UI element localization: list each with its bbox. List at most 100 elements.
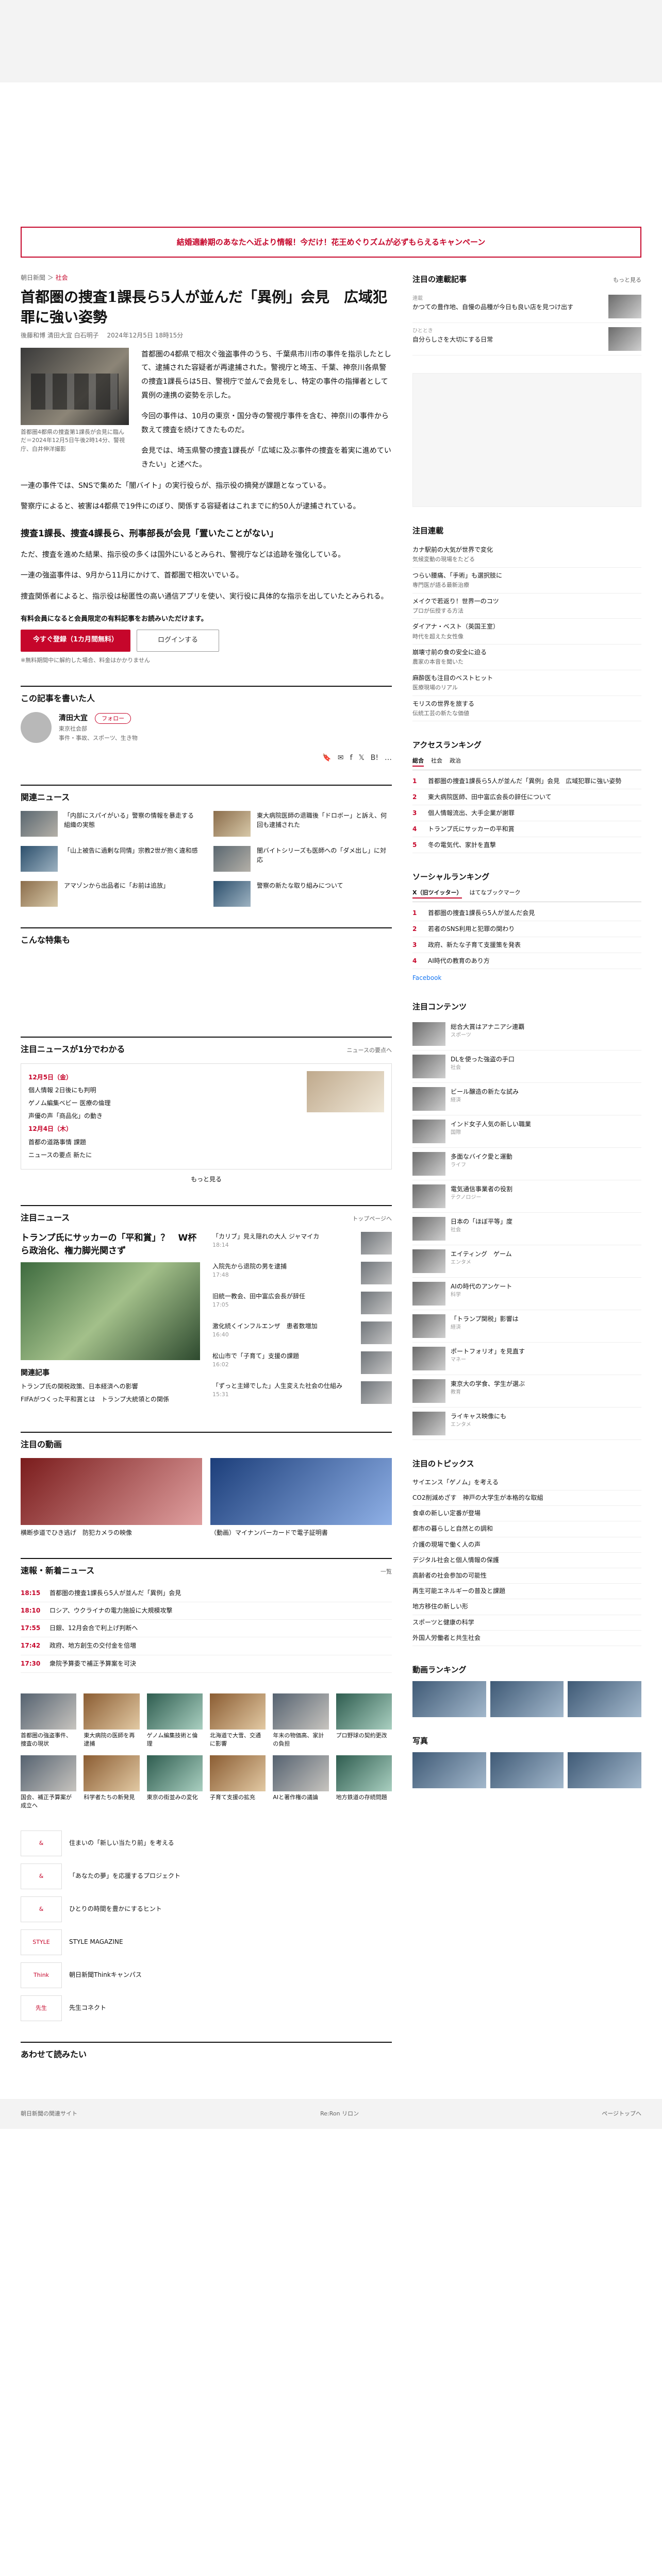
list-item[interactable]: 介護の現場で働く人の声: [412, 1537, 641, 1553]
list-item[interactable]: 「内部にスパイがいる」警察の情報を暴走する組織の実態: [21, 811, 199, 837]
tile-item[interactable]: 年末の物価高、家計の負担: [273, 1693, 329, 1748]
tile-item[interactable]: 子育て支援の拡充: [210, 1755, 266, 1810]
list-item[interactable]: 都市の暮らしと自然との調和: [412, 1521, 641, 1537]
list-item[interactable]: エイティング ゲーム エンタメ: [412, 1245, 641, 1278]
tab-x[interactable]: X（旧ツイッター）: [412, 888, 462, 899]
list-item[interactable]: 17:42 政府、地方創生の交付金を倍増: [21, 1637, 392, 1655]
topics-more-button[interactable]: もっと見る: [21, 1175, 392, 1184]
news-main-title[interactable]: トランプ氏にサッカーの「平和賞」？ W杯ら政治化、権力脚光関さず: [21, 1232, 200, 1258]
page-top-link[interactable]: ページトップへ: [602, 2109, 641, 2119]
bookmark-icon[interactable]: 🔖: [322, 752, 331, 764]
tile-item[interactable]: ゲノム編集技術と倫理: [146, 1693, 203, 1748]
side-more-link[interactable]: もっと見る: [613, 276, 641, 285]
follow-button[interactable]: フォロー: [95, 713, 131, 724]
list-item[interactable]: 「カリブ」見え隠れの大人 ジャマイカ 18:14: [212, 1231, 392, 1255]
list-item[interactable]: 高齢者の社会参加の可能性: [412, 1568, 641, 1584]
video-thumb[interactable]: [490, 1681, 564, 1717]
x-icon[interactable]: 𝕏: [359, 752, 365, 764]
list-item[interactable]: サイエンス「ゲノム」を考える: [412, 1475, 641, 1491]
list-item[interactable]: 麻酔医も注目のベストヒット 医療現場のリアル: [412, 670, 641, 696]
list-item[interactable]: 「ずっと主婦でした」人生変えた社会の仕組み 15:31: [212, 1381, 392, 1404]
tile-item[interactable]: 地方鉄道の存続問題: [336, 1755, 392, 1810]
breadcrumb-category[interactable]: 社会: [56, 274, 68, 281]
list-item[interactable]: 4 トランプ氏にサッカーの平和賞: [412, 821, 641, 838]
tile-item[interactable]: AIと著作権の議論: [273, 1755, 329, 1810]
list-item[interactable]: 崩壊寸前の食の安全に迫る 農家の本音を聞いた: [412, 645, 641, 670]
list-item[interactable]: 2 東大病院医師、田中富広会長の辞任について: [412, 789, 641, 806]
list-item[interactable]: 「山上被告に過剰な同情」宗教2世が抱く違和感: [21, 846, 199, 872]
list-item[interactable]: 1 首都圏の捜査1課長ら5人が並んだ会見: [412, 905, 641, 921]
footer-logo[interactable]: Re:Ron リロン: [320, 2109, 359, 2119]
list-item[interactable]: 4 AI時代の教育のあり方: [412, 953, 641, 969]
list-item[interactable]: 5 冬の電気代、家計を直撃: [412, 837, 641, 854]
list-item[interactable]: アマゾンから出品者に「お前は追放」: [21, 881, 199, 907]
brand-item[interactable]: Think 朝日新聞Thinkキャンパス: [21, 1962, 392, 1988]
tab-hatena[interactable]: はてなブックマーク: [469, 888, 520, 899]
list-item[interactable]: ゲノム編集ベビー 医療の倫理: [28, 1097, 110, 1110]
news-main-image[interactable]: [21, 1262, 200, 1360]
list-item[interactable]: 地方移住の新しい形: [412, 1599, 641, 1615]
list-item[interactable]: DLを使った強盗の手口 社会: [412, 1050, 641, 1083]
list-item[interactable]: ニュースの要点 新たに: [28, 1149, 110, 1162]
list-item[interactable]: 3 政府、新たな子育て支援策を発表: [412, 937, 641, 953]
list-item[interactable]: 松山市で「子育て」支援の課題 16:02: [212, 1351, 392, 1374]
facebook-link[interactable]: Facebook: [412, 973, 641, 983]
topics-image[interactable]: [307, 1071, 384, 1112]
brand-item[interactable]: & 住まいの「新しい当たり前」を考える: [21, 1830, 392, 1856]
tile-item[interactable]: 東大病院の医師を再逮捕: [84, 1693, 140, 1748]
list-item[interactable]: 18:15 首都圏の捜査1課長ら5人が並んだ「異例」会見: [21, 1585, 392, 1603]
list-item[interactable]: 17:30 衆院予算委で補正予算案を可決: [21, 1655, 392, 1673]
list-item[interactable]: ポートフォリオ」を見直す マネー: [412, 1343, 641, 1375]
list-item[interactable]: 電気通信事業者の役割 テクノロジー: [412, 1180, 641, 1213]
list-item[interactable]: AIの時代のアンケート 科学: [412, 1278, 641, 1310]
list-item[interactable]: スポーツと健康の科学: [412, 1615, 641, 1631]
tab-politics[interactable]: 政治: [450, 756, 461, 767]
campaign-banner[interactable]: 結婚適齢期のあなたへ近より情報！今だけ！花王めぐりズムが必ずもらえるキャンペーン: [21, 227, 641, 258]
article-byline[interactable]: 後藤和博 清田大宜 白石明子: [21, 332, 99, 339]
list-item[interactable]: インド女子人気の新しい職業 国際: [412, 1115, 641, 1148]
list-item[interactable]: CO2削減めざす 神戸の大学生が本格的な取組: [412, 1490, 641, 1506]
list-item[interactable]: つらい腰痛、「手術」も選択肢に 専門医が語る最新治療: [412, 568, 641, 594]
list-item[interactable]: トランプ氏の関税政策、日本経済への影響: [21, 1382, 200, 1392]
video-thumb[interactable]: [568, 1681, 642, 1717]
video-thumb[interactable]: [412, 1681, 486, 1717]
list-item[interactable]: 3 個人情報流出、大手企業が謝罪: [412, 805, 641, 822]
list-item[interactable]: 多面なバイク愛と運動 ライフ: [412, 1148, 641, 1180]
tile-item[interactable]: プロ野球の契約更改: [336, 1693, 392, 1748]
list-item[interactable]: モリスの世界を旅する 伝統工芸の新たな価値: [412, 696, 641, 722]
video-item[interactable]: 横断歩道でひき逃げ 防犯カメラの映像: [21, 1458, 202, 1537]
more-icon[interactable]: …: [385, 752, 392, 764]
list-item[interactable]: 入院先から退院の男を逮捕 17:48: [212, 1261, 392, 1284]
list-item[interactable]: 「トランプ関税」影響は 経済: [412, 1310, 641, 1343]
list-item[interactable]: FIFAがつくった平和賞とは トランプ大統領との関係: [21, 1395, 200, 1404]
hatena-icon[interactable]: B!: [371, 752, 378, 764]
footer-related-sites[interactable]: 朝日新聞の関連サイト: [21, 2109, 77, 2119]
mail-icon[interactable]: ✉: [338, 752, 344, 764]
photo-thumb[interactable]: [412, 1752, 486, 1788]
list-item[interactable]: ビール醸造の新たな試み 経済: [412, 1083, 641, 1115]
list-item[interactable]: 旧統一教会、田中富広会長が辞任 17:05: [212, 1291, 392, 1314]
brand-item[interactable]: STYLE STYLE MAGAZINE: [21, 1929, 392, 1955]
list-item[interactable]: 外国人労働者と共生社会: [412, 1631, 641, 1646]
list-item[interactable]: 日本の「ほぼ平等」度 社会: [412, 1213, 641, 1245]
tile-item[interactable]: 首都圏の強盗事件、捜査の現状: [21, 1693, 77, 1748]
list-item[interactable]: 警察の新たな取り組みについて: [213, 881, 392, 907]
tile-item[interactable]: 国会、補正予算案が成立へ: [21, 1755, 77, 1810]
login-button[interactable]: ログインする: [137, 630, 220, 652]
photo-thumb[interactable]: [490, 1752, 564, 1788]
avatar[interactable]: [21, 712, 52, 743]
brand-item[interactable]: & ひとりの時間を豊かにするヒント: [21, 1896, 392, 1922]
list-item[interactable]: カナ駅前の大気が世界で変化 気候変動の現場をたどる: [412, 542, 641, 568]
video-item[interactable]: （動画）マイナンバーカードで電子証明書: [210, 1458, 392, 1537]
subscribe-button[interactable]: 今すぐ登録（1カ月間無料）: [21, 630, 131, 652]
list-item[interactable]: 食卓の新しい定番が登場: [412, 1506, 641, 1522]
list-item[interactable]: 2 若者のSNS利用と犯罪の関わり: [412, 921, 641, 937]
tab-society[interactable]: 社会: [431, 756, 442, 767]
list-item[interactable]: 18:10 ロシア、ウクライナの電力施設に大規模攻撃: [21, 1602, 392, 1620]
tab-all[interactable]: 総合: [412, 756, 424, 767]
list-item[interactable]: 闇バイトシリーズも医師への「ダメ出し」に対応: [213, 846, 392, 872]
list-item[interactable]: ダイアナ・ベスト（英国王室） 時代を超えた女性像: [412, 619, 641, 645]
list-item[interactable]: 首都の道路事情 課題: [28, 1136, 110, 1149]
list-item[interactable]: 東京大の学食、学生が選ぶ 教育: [412, 1375, 641, 1408]
list-item[interactable]: 1 首都圏の捜査1課長ら5人が並んだ「異例」会見 広域犯罪に強い姿勢: [412, 773, 641, 790]
